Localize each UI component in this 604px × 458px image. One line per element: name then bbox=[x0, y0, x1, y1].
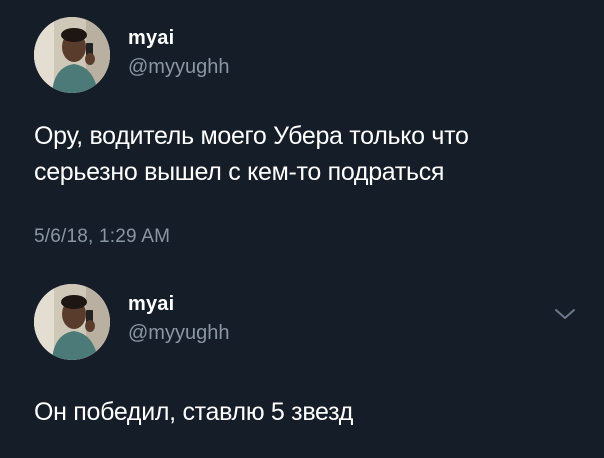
user-handle[interactable]: @myyughh bbox=[128, 322, 229, 345]
tweet-text: Он победил, ставлю 5 звезд bbox=[34, 398, 353, 426]
user-handle[interactable]: @myyughh bbox=[128, 56, 229, 79]
reply-tweet[interactable]: myai @myyughh Он победил, ставлю 5 звезд bbox=[0, 270, 604, 458]
avatar[interactable] bbox=[34, 284, 110, 360]
avatar[interactable] bbox=[34, 17, 110, 93]
chevron-down-icon[interactable] bbox=[553, 306, 577, 322]
avatar-photo-icon bbox=[34, 284, 110, 360]
display-name[interactable]: myai bbox=[128, 293, 174, 316]
display-name[interactable]: myai bbox=[128, 27, 174, 50]
tweet[interactable]: myai @myyughh Ору, водитель моего Убера … bbox=[0, 0, 604, 270]
tweet-text: Ору, водитель моего Убера только что сер… bbox=[34, 122, 469, 186]
avatar-photo-icon bbox=[34, 17, 110, 93]
tweet-timestamp[interactable]: 5/6/18, 1:29 AM bbox=[34, 226, 170, 248]
